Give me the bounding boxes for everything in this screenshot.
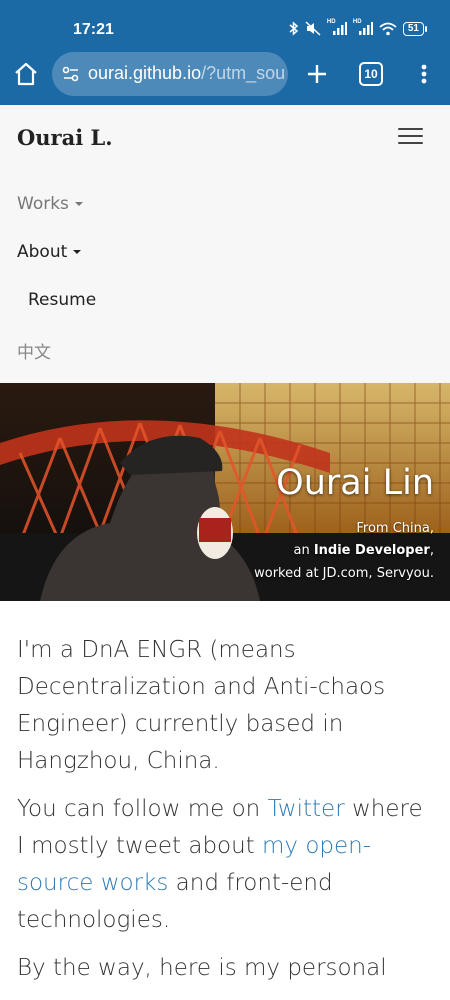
intro-paragraph: I'm a DnA ENGR (means Decentralization a… — [17, 637, 386, 774]
url-host: ourai.github.io — [88, 63, 202, 83]
url-text: ourai.github.io/?utm_sou — [88, 63, 285, 84]
twitter-link[interactable]: Twitter — [268, 796, 345, 822]
hero-line2-bold: Indie Developer — [313, 543, 430, 558]
new-tab-icon[interactable] — [303, 60, 331, 88]
hero-subtitle-line1: From China, — [356, 521, 434, 536]
bluetooth-icon — [289, 21, 299, 36]
site-brand[interactable]: Ourai L. — [17, 125, 113, 150]
caret-down-icon — [73, 250, 82, 254]
wifi-icon — [379, 22, 397, 35]
hamburger-menu-icon[interactable] — [398, 128, 423, 148]
url-bar-row: ourai.github.io/?utm_sou 10 — [0, 50, 450, 98]
follow-paragraph: You can follow me on Twitter where I mos… — [17, 791, 433, 939]
hero-banner: Ourai Lin From China, an Indie Developer… — [0, 383, 450, 601]
hero-subtitle-line3: worked at JD.com, Servyou. — [254, 566, 434, 581]
hero-subtitle-line2: an Indie Developer, — [293, 543, 434, 558]
home-icon[interactable] — [12, 60, 40, 88]
nav-item-label: About — [17, 242, 68, 262]
status-bar: 17:21 HD HD 51 — [0, 0, 450, 48]
nav-item-about[interactable]: About — [17, 242, 82, 262]
nav-item-label: Works — [17, 194, 69, 214]
nav-item-works[interactable]: Works — [17, 194, 83, 214]
status-time: 17:21 — [73, 21, 114, 38]
more-menu-icon[interactable] — [414, 60, 434, 88]
follow-text-a: You can follow me on — [17, 796, 268, 822]
site-settings-icon[interactable] — [62, 65, 80, 83]
caret-down-icon — [74, 202, 83, 206]
main-content: I'm a DnA ENGR (means Decentralization a… — [17, 632, 433, 998]
mute-icon — [305, 21, 321, 36]
signal-icon: HD — [327, 19, 347, 36]
nav-item-language[interactable]: 中文 — [17, 338, 51, 363]
signal-icon: HD — [353, 19, 373, 36]
url-path: /?utm_sou — [201, 63, 286, 83]
battery-icon: 51 — [402, 21, 428, 36]
browser-chrome: 17:21 HD HD 51 ourai.github.io/?utm_sou … — [0, 0, 450, 105]
hero-line2-prefix: an — [293, 543, 314, 558]
site-navbar: Ourai L. Works About Resume 中文 — [0, 105, 450, 383]
status-icons: HD HD 51 — [289, 19, 428, 36]
url-input[interactable]: ourai.github.io/?utm_sou — [52, 52, 288, 96]
personal-paragraph: By the way, here is my personal — [17, 955, 387, 981]
hero-line2-suffix: , — [429, 543, 434, 558]
hero-title: Ourai Lin — [276, 463, 434, 503]
nav-item-resume[interactable]: Resume — [28, 290, 96, 310]
tab-switcher-button[interactable]: 10 — [359, 62, 383, 86]
